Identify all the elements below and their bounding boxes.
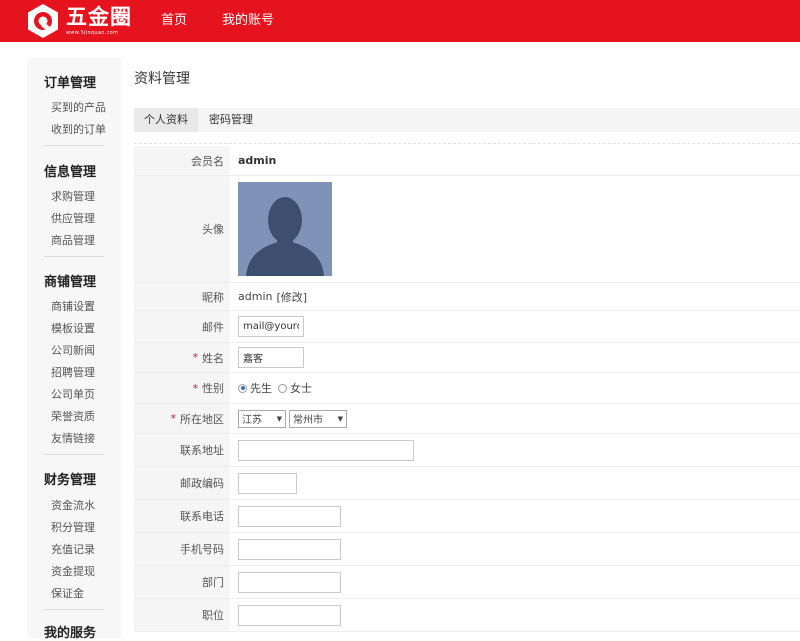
department-input[interactable]	[238, 571, 341, 593]
form-row-region: * 所在地区 江苏 ▼ 常州市 ▼	[134, 404, 800, 434]
tab-bar: 个人资料 密码管理	[134, 108, 800, 132]
gender-cell: 先生 女士	[238, 373, 318, 403]
sidebar-section-orders: 订单管理	[44, 76, 97, 91]
position-label: 职位	[134, 599, 230, 631]
tab-profile[interactable]: 个人资料	[134, 108, 198, 132]
position-input[interactable]	[238, 604, 341, 626]
sidebar-item-received-orders[interactable]: 收到的订单	[51, 121, 106, 137]
main-nav: 首页 我的账号	[161, 0, 309, 42]
nickname-label: 昵称	[134, 283, 230, 310]
address-input[interactable]	[238, 439, 414, 461]
gender-label: * 性别	[134, 373, 230, 403]
sidebar-item-purchase[interactable]: 求购管理	[51, 188, 95, 204]
postcode-cell	[238, 467, 297, 499]
form-row-phone: 联系电话	[134, 500, 800, 533]
name-input[interactable]	[238, 347, 304, 368]
form-row-name: * 姓名	[134, 343, 800, 373]
gender-female-label: 女士	[290, 382, 312, 395]
department-label: 部门	[134, 566, 230, 598]
email-label: 邮件	[134, 311, 230, 342]
sidebar-section-services: 我的服务	[44, 626, 97, 641]
chevron-down-icon: ▼	[276, 414, 282, 423]
name-cell	[238, 343, 304, 372]
page-title: 资料管理	[134, 71, 190, 87]
region-label: * 所在地区	[134, 404, 230, 433]
sidebar-divider	[44, 609, 104, 610]
mobile-input[interactable]	[238, 538, 341, 560]
sidebar-item-single-page[interactable]: 公司单页	[51, 386, 95, 402]
sidebar-item-cash-flow[interactable]: 资金流水	[51, 497, 95, 513]
form-row-department: 部门	[134, 566, 800, 599]
phone-label: 联系电话	[134, 500, 230, 532]
member-value: admin	[238, 154, 277, 167]
nickname-cell: admin [修改]	[238, 283, 307, 310]
logo[interactable]: 五金圈 www.5jinquan.com	[27, 3, 132, 39]
email-input[interactable]	[238, 316, 304, 337]
sidebar-item-recharge[interactable]: 充值记录	[51, 541, 95, 557]
sidebar-section-shop: 商铺管理	[44, 275, 97, 290]
divider	[134, 143, 800, 144]
form-row-gender: * 性别 先生 女士	[134, 373, 800, 404]
sidebar-item-news[interactable]: 公司新闻	[51, 342, 95, 358]
position-cell	[238, 599, 341, 631]
gender-male-radio[interactable]	[238, 383, 247, 393]
gender-female-radio[interactable]	[278, 383, 287, 393]
sidebar-item-links[interactable]: 友情链接	[51, 430, 95, 446]
form-row-member: 会员名 admin	[134, 146, 800, 176]
sidebar-divider	[44, 145, 104, 146]
sidebar-item-shop-settings[interactable]: 商铺设置	[51, 298, 95, 314]
region-cell: 江苏 ▼ 常州市 ▼	[238, 404, 350, 433]
sidebar-item-withdraw[interactable]: 资金提现	[51, 563, 95, 579]
avatar-image[interactable]	[238, 182, 332, 276]
sidebar-item-points[interactable]: 积分管理	[51, 519, 95, 535]
mobile-cell	[238, 533, 341, 565]
sidebar-item-supply[interactable]: 供应管理	[51, 210, 95, 226]
chevron-down-icon: ▼	[337, 414, 343, 423]
sidebar-item-honors[interactable]: 荣誉资质	[51, 408, 95, 424]
sidebar-item-bought-products[interactable]: 买到的产品	[51, 99, 106, 115]
brand-url: www.5jinquan.com	[66, 29, 119, 36]
tab-password[interactable]: 密码管理	[209, 108, 253, 132]
form-row-mobile: 手机号码	[134, 533, 800, 566]
sidebar-item-template[interactable]: 模板设置	[51, 320, 95, 336]
nickname-edit-link[interactable]: [修改]	[276, 289, 307, 305]
form-row-avatar: 头像	[134, 176, 800, 283]
brand-name: 五金圈	[66, 4, 132, 29]
sidebar-section-finance: 财务管理	[44, 473, 97, 488]
form-row-position: 职位	[134, 599, 800, 632]
phone-cell	[238, 500, 341, 532]
member-label: 会员名	[134, 146, 230, 175]
sidebar-divider	[44, 256, 104, 257]
sidebar-item-recruit[interactable]: 招聘管理	[51, 364, 95, 380]
department-cell	[238, 566, 341, 598]
sidebar-divider	[44, 454, 104, 455]
nav-home[interactable]: 首页	[161, 0, 187, 42]
form-row-nickname: 昵称 admin [修改]	[134, 283, 800, 311]
top-bar: 五金圈 www.5jinquan.com 首页 我的账号	[0, 0, 800, 42]
avatar-label: 头像	[134, 176, 230, 282]
sidebar-section-info: 信息管理	[44, 165, 97, 180]
sidebar-item-goods[interactable]: 商品管理	[51, 232, 95, 248]
form-row-postcode: 邮政编码	[134, 467, 800, 500]
logo-icon	[28, 4, 58, 38]
gender-male-label: 先生	[250, 382, 272, 395]
nickname-value: admin	[238, 290, 273, 303]
sidebar-item-deposit[interactable]: 保证金	[51, 585, 84, 601]
mobile-label: 手机号码	[134, 533, 230, 565]
email-cell	[238, 311, 304, 342]
nav-my-account[interactable]: 我的账号	[222, 0, 274, 42]
postcode-label: 邮政编码	[134, 467, 230, 499]
province-select[interactable]: 江苏 ▼	[238, 409, 286, 428]
avatar-cell	[238, 176, 332, 282]
form-row-address: 联系地址	[134, 434, 800, 467]
address-cell	[238, 434, 414, 466]
form-row-email: 邮件	[134, 311, 800, 343]
sidebar: 订单管理 买到的产品 收到的订单 信息管理 求购管理 供应管理 商品管理 商铺管…	[27, 58, 121, 641]
name-label: * 姓名	[134, 343, 230, 372]
address-label: 联系地址	[134, 434, 230, 466]
city-select[interactable]: 常州市 ▼	[289, 409, 347, 428]
phone-input[interactable]	[238, 505, 341, 527]
postcode-input[interactable]	[238, 472, 297, 494]
